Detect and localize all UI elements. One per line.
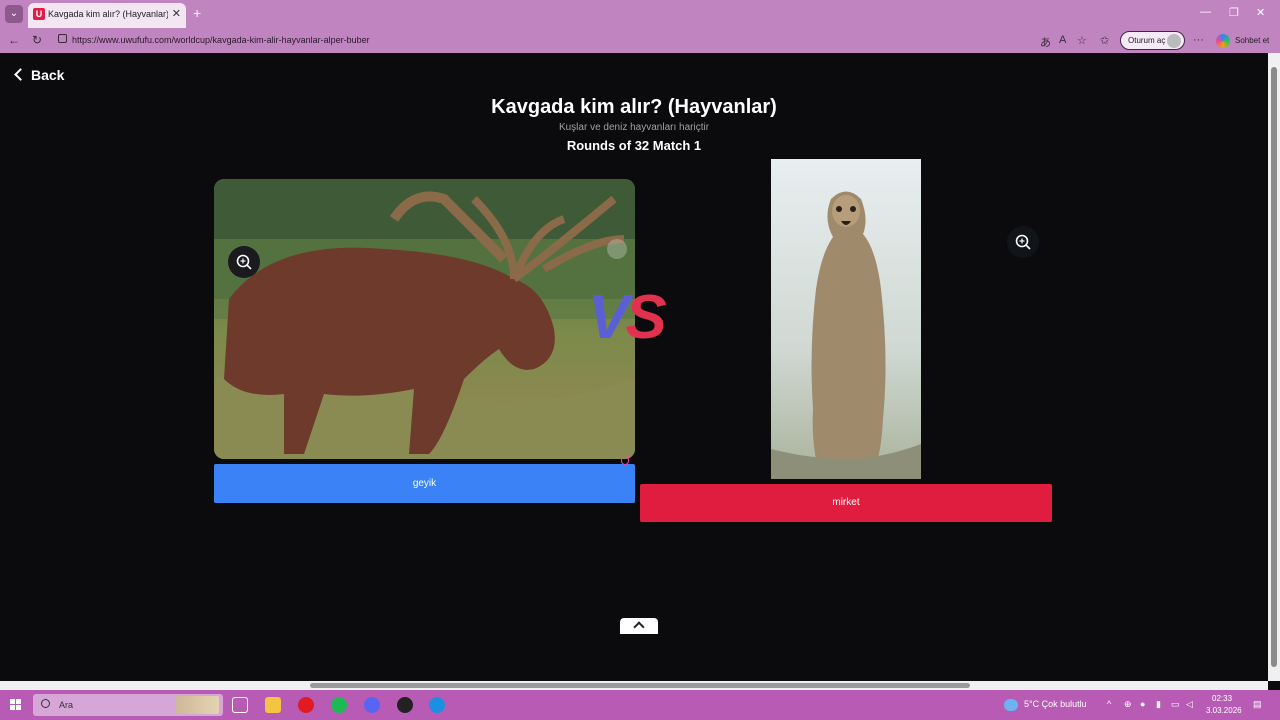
reload-icon[interactable]: ↻ [32, 33, 42, 47]
clock-time[interactable]: 02:33 [1212, 694, 1232, 703]
search-highlight-image [175, 696, 219, 714]
tab-actions-menu-icon[interactable]: ⌄ [5, 5, 23, 23]
more-options-icon[interactable]: ··· [1193, 34, 1204, 46]
zoom-in-right-icon[interactable] [1007, 226, 1039, 258]
choose-left-button[interactable]: geyik [214, 464, 635, 503]
discord-icon[interactable] [364, 697, 380, 713]
steam-icon[interactable] [397, 697, 413, 713]
scroll-to-top-button[interactable] [620, 618, 658, 634]
back-button[interactable]: Back [14, 67, 65, 83]
active-tab[interactable]: U Kavgada kim alır? (Hayvanlar) | Uw ✕ [28, 3, 186, 28]
read-aloud-icon[interactable]: A [1059, 34, 1066, 46]
close-window-icon[interactable]: ✕ [1256, 6, 1265, 19]
meerkat-image [771, 191, 921, 479]
taskbar-search-label: Ara [59, 700, 74, 710]
close-tab-icon[interactable]: ✕ [172, 7, 181, 20]
chevron-left-icon [14, 68, 27, 81]
address-bar-row: ← ↻ https://www.uwufufu.com/worldcup/kav… [0, 28, 1280, 53]
site-info-icon[interactable] [58, 34, 67, 43]
zoom-in-left-icon[interactable] [228, 246, 260, 278]
sign-in-button[interactable]: Oturum aç [1120, 31, 1185, 50]
volume-icon[interactable]: ◁ [1186, 699, 1193, 710]
app-tray-icon[interactable]: ● [1140, 699, 1145, 709]
vertical-scrollbar[interactable] [1268, 53, 1280, 681]
mouse-pointer-icon [621, 455, 629, 465]
visual-search-icon[interactable] [607, 239, 627, 259]
search-icon [41, 699, 50, 708]
minimize-window-icon[interactable]: — [1200, 6, 1211, 18]
site-favicon-icon: U [33, 8, 45, 20]
sign-in-label: Oturum aç [1128, 36, 1166, 45]
edge-browser-icon[interactable] [429, 697, 445, 713]
page-subtitle: Kuşlar ve deniz hayvanları hariçtir [558, 122, 710, 133]
opera-browser-icon[interactable] [298, 697, 314, 713]
choose-right-button[interactable]: mirket [640, 484, 1052, 522]
browser-tab-bar: ⌄ U Kavgada kim alır? (Hayvanlar) | Uw ✕… [0, 0, 1280, 28]
versus-v: V [588, 283, 629, 352]
meet-now-icon[interactable]: ⊕ [1124, 699, 1132, 710]
magnifier-plus-icon [236, 254, 252, 270]
chevron-up-icon [633, 621, 645, 633]
tab-title: Kavgada kim alır? (Hayvanlar) | Uw [48, 9, 168, 19]
restore-window-icon[interactable]: ❐ [1229, 6, 1239, 19]
round-info: Rounds of 32 Match 1 [566, 138, 702, 153]
taskbar-search-box[interactable]: Ara [33, 694, 223, 716]
task-view-icon[interactable] [232, 697, 248, 713]
favorite-star-icon[interactable]: ☆ [1077, 34, 1087, 47]
windows-taskbar: Ara 5°C Çok bulutlu ^ ⊕ ● ▮ ▭ ◁ 02:33 3.… [0, 690, 1280, 720]
clock-date[interactable]: 3.03.2026 [1206, 706, 1242, 715]
weather-cloud-icon[interactable] [1004, 699, 1018, 711]
left-choice-image[interactable] [214, 179, 635, 459]
show-hidden-icons-icon[interactable]: ^ [1107, 699, 1111, 709]
profile-avatar-icon [1167, 34, 1181, 48]
back-arrow-icon[interactable]: ← [8, 33, 20, 47]
file-explorer-icon[interactable] [265, 697, 281, 713]
url-field[interactable]: https://www.uwufufu.com/worldcup/kavgada… [72, 35, 370, 45]
weather-status[interactable]: 5°C Çok bulutlu [1024, 699, 1087, 709]
versus-label: VS [588, 282, 667, 353]
magnifier-plus-icon [1015, 234, 1031, 250]
favorites-list-icon[interactable]: ✩ [1100, 34, 1109, 47]
copilot-chat-label[interactable]: Sohbet et [1235, 36, 1269, 45]
horizontal-scrollbar[interactable] [0, 681, 1268, 690]
page-title: Kavgada kim alır? (Hayvanlar) [491, 96, 777, 118]
versus-s: S [625, 283, 666, 352]
network-icon[interactable]: ▭ [1171, 699, 1180, 710]
notifications-icon[interactable]: ▤ [1253, 699, 1262, 710]
microphone-icon[interactable]: ▮ [1156, 699, 1161, 710]
moose-image [214, 179, 635, 459]
windows-start-icon[interactable] [10, 699, 22, 711]
horizontal-scrollbar-thumb[interactable] [310, 683, 970, 688]
vertical-scrollbar-thumb[interactable] [1271, 67, 1277, 667]
new-tab-button[interactable]: + [193, 5, 201, 21]
translate-icon[interactable]: あ [1040, 34, 1051, 50]
spotify-icon[interactable] [331, 697, 347, 713]
back-label: Back [31, 67, 65, 83]
right-choice-image[interactable] [771, 159, 921, 479]
copilot-icon[interactable] [1216, 34, 1230, 48]
